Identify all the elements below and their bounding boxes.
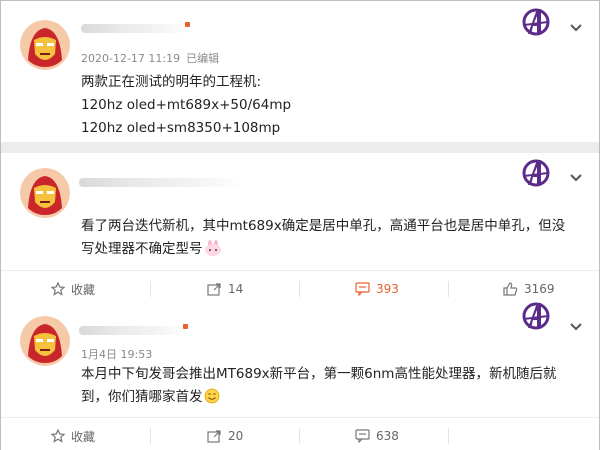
avengers-logo-icon xyxy=(521,7,551,37)
thumbs-up-icon xyxy=(503,282,518,296)
edited-label: 已编辑 xyxy=(186,52,220,65)
repost-count: 14 xyxy=(228,282,244,296)
like-count: 3169 xyxy=(524,282,555,296)
username-redacted[interactable] xyxy=(79,321,194,339)
star-icon xyxy=(51,429,65,443)
timestamp: 1月4日 19:53 xyxy=(81,348,153,361)
avengers-logo-icon xyxy=(521,158,551,188)
post-line: 看了两台迭代新机，其中mt689x确定是居中单孔，高通平台也是居中单孔，但没 xyxy=(81,218,566,234)
post-meta: 2020-12-17 11:19 已编辑 xyxy=(81,50,219,66)
repost-count: 20 xyxy=(228,429,244,443)
comment-button[interactable]: 638 xyxy=(355,418,399,450)
post-line-with-emoji: 写处理器不确定型号 xyxy=(81,238,565,264)
post-line-with-emoji: 到，你们猜哪家首发 xyxy=(81,386,556,412)
iron-man-avatar-icon[interactable] xyxy=(20,168,70,218)
comment-count: 393 xyxy=(376,282,399,296)
comment-count: 638 xyxy=(376,429,399,443)
post-meta: 1月4日 19:53 xyxy=(81,346,152,362)
share-arrow-icon xyxy=(207,429,222,443)
divider xyxy=(299,281,300,297)
divider xyxy=(448,281,449,297)
comment-icon xyxy=(355,429,370,443)
post-body: 看了两台迭代新机，其中mt689x确定是居中单孔，高通平台也是居中单孔，但没 写… xyxy=(81,215,565,264)
username-redacted[interactable] xyxy=(79,173,249,191)
post-line: 两款正在测试的明年的工程机: xyxy=(81,74,262,90)
post-line: 120hz oled+sm8350+108mp xyxy=(81,120,281,136)
post-card: 看了两台迭代新机，其中mt689x确定是居中单孔，高通平台也是居中单孔，但没 写… xyxy=(1,153,599,306)
smile-emoji-icon xyxy=(204,388,220,412)
repost-button[interactable]: 20 xyxy=(207,418,243,450)
divider xyxy=(150,281,151,297)
divider xyxy=(299,428,300,444)
action-bar: 收藏 20 638 xyxy=(1,417,599,450)
bunny-emoji-icon xyxy=(204,240,222,264)
comment-icon xyxy=(355,282,370,296)
divider xyxy=(448,428,449,444)
favorite-label: 收藏 xyxy=(71,429,96,444)
post-card: 2020-12-17 11:19 已编辑 两款正在测试的明年的工程机: 120hz… xyxy=(1,1,599,142)
iron-man-avatar-icon[interactable] xyxy=(20,20,70,70)
share-arrow-icon xyxy=(207,282,222,296)
post-body: 两款正在测试的明年的工程机: 120hz oled+mt689x+50/64mp… xyxy=(81,71,291,140)
post-card: 1月4日 19:53 本月中下旬发哥会推出MT689x新平台，第一颗6nm高性能… xyxy=(1,301,599,450)
post-body: 本月中下旬发哥会推出MT689x新平台，第一颗6nm高性能处理器，新机随后就 到… xyxy=(81,363,556,412)
chevron-down-icon[interactable] xyxy=(569,168,583,182)
star-icon xyxy=(51,282,65,296)
avengers-logo-icon xyxy=(521,301,551,331)
iron-man-avatar-icon[interactable] xyxy=(20,316,70,366)
timestamp: 2020-12-17 11:19 xyxy=(81,52,181,65)
chevron-down-icon[interactable] xyxy=(569,317,583,331)
post-line: 本月中下旬发哥会推出MT689x新平台，第一颗6nm高性能处理器，新机随后就 xyxy=(81,366,557,382)
favorite-label: 收藏 xyxy=(71,282,96,297)
favorite-button[interactable]: 收藏 xyxy=(51,418,95,450)
card-separator xyxy=(1,142,599,153)
chevron-down-icon[interactable] xyxy=(569,18,583,32)
divider xyxy=(150,428,151,444)
post-line: 120hz oled+mt689x+50/64mp xyxy=(81,97,292,113)
username-redacted[interactable] xyxy=(81,19,196,37)
